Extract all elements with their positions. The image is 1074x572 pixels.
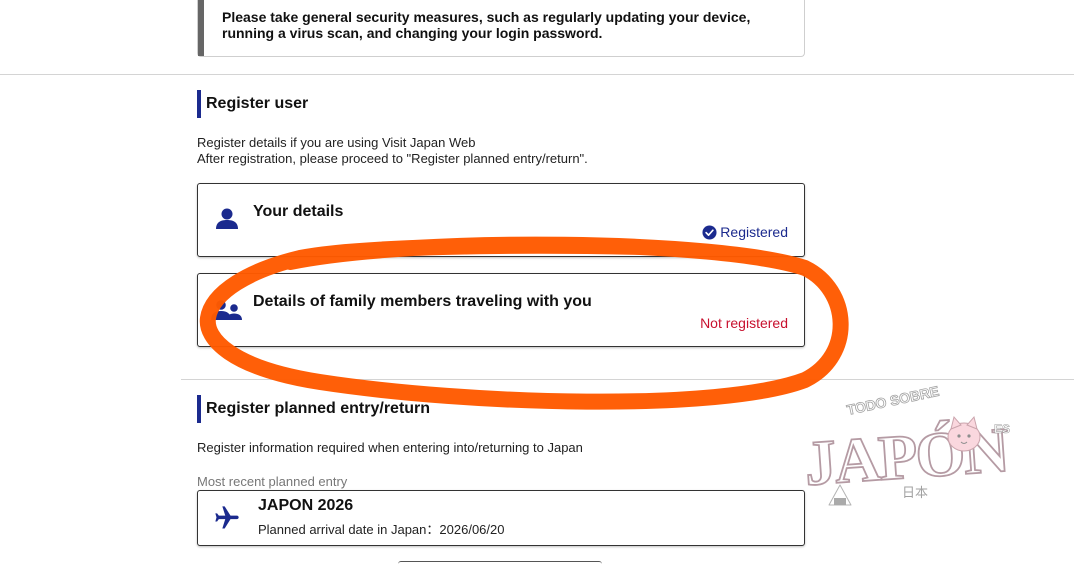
register-user-heading: Register user: [197, 90, 308, 118]
check-circle-icon: [702, 225, 717, 240]
watermark-top: TODO SOBRE: [845, 385, 940, 418]
planned-entry-intro: Register information required when enter…: [197, 440, 583, 455]
person-icon: [216, 208, 238, 229]
arrival-date-value: 2026/06/20: [439, 522, 505, 537]
register-user-intro: Register details if you are using Visit …: [197, 135, 588, 167]
registered-status-text: Registered: [720, 224, 788, 240]
trip-name: JAPON 2026: [258, 497, 354, 514]
notice-accent-bar: [198, 0, 204, 56]
family-members-card[interactable]: Details of family members traveling with…: [197, 273, 805, 347]
watermark-main: JAPÓN: [802, 414, 1012, 499]
registered-status: Registered: [702, 224, 788, 240]
section-divider-2: [181, 379, 1074, 380]
planned-trip-card[interactable]: JAPON 2026 Planned arrival date in Japan…: [197, 490, 805, 546]
watermark-kanji: 日本: [902, 486, 928, 501]
notice-text: Please take general security measures, s…: [222, 9, 751, 41]
your-details-title: Your details: [253, 203, 344, 220]
arrival-date-line: Planned arrival date in Japan：2026/06/20: [258, 519, 504, 538]
group-icon: [211, 300, 242, 320]
airplane-icon: [215, 506, 239, 529]
intro-line-1: Register details if you are using Visit …: [197, 135, 476, 150]
section-divider: [0, 74, 1074, 75]
watermark-suffix: ES: [994, 422, 1010, 436]
onigiri-mascot-icon: [828, 484, 852, 506]
intro-line-2: After registration, please proceed to "R…: [197, 151, 588, 166]
family-members-title: Details of family members traveling with…: [253, 293, 592, 310]
recent-entry-label: Most recent planned entry: [197, 474, 348, 489]
arrival-date-label: Planned arrival date in Japan：: [258, 522, 440, 537]
planned-entry-heading: Register planned entry/return: [197, 395, 430, 423]
not-registered-status: Not registered: [700, 315, 788, 331]
your-details-card[interactable]: Your details Registered: [197, 183, 805, 257]
security-notice: Please take general security measures, s…: [197, 0, 805, 57]
cat-mascot-icon: [947, 415, 981, 452]
